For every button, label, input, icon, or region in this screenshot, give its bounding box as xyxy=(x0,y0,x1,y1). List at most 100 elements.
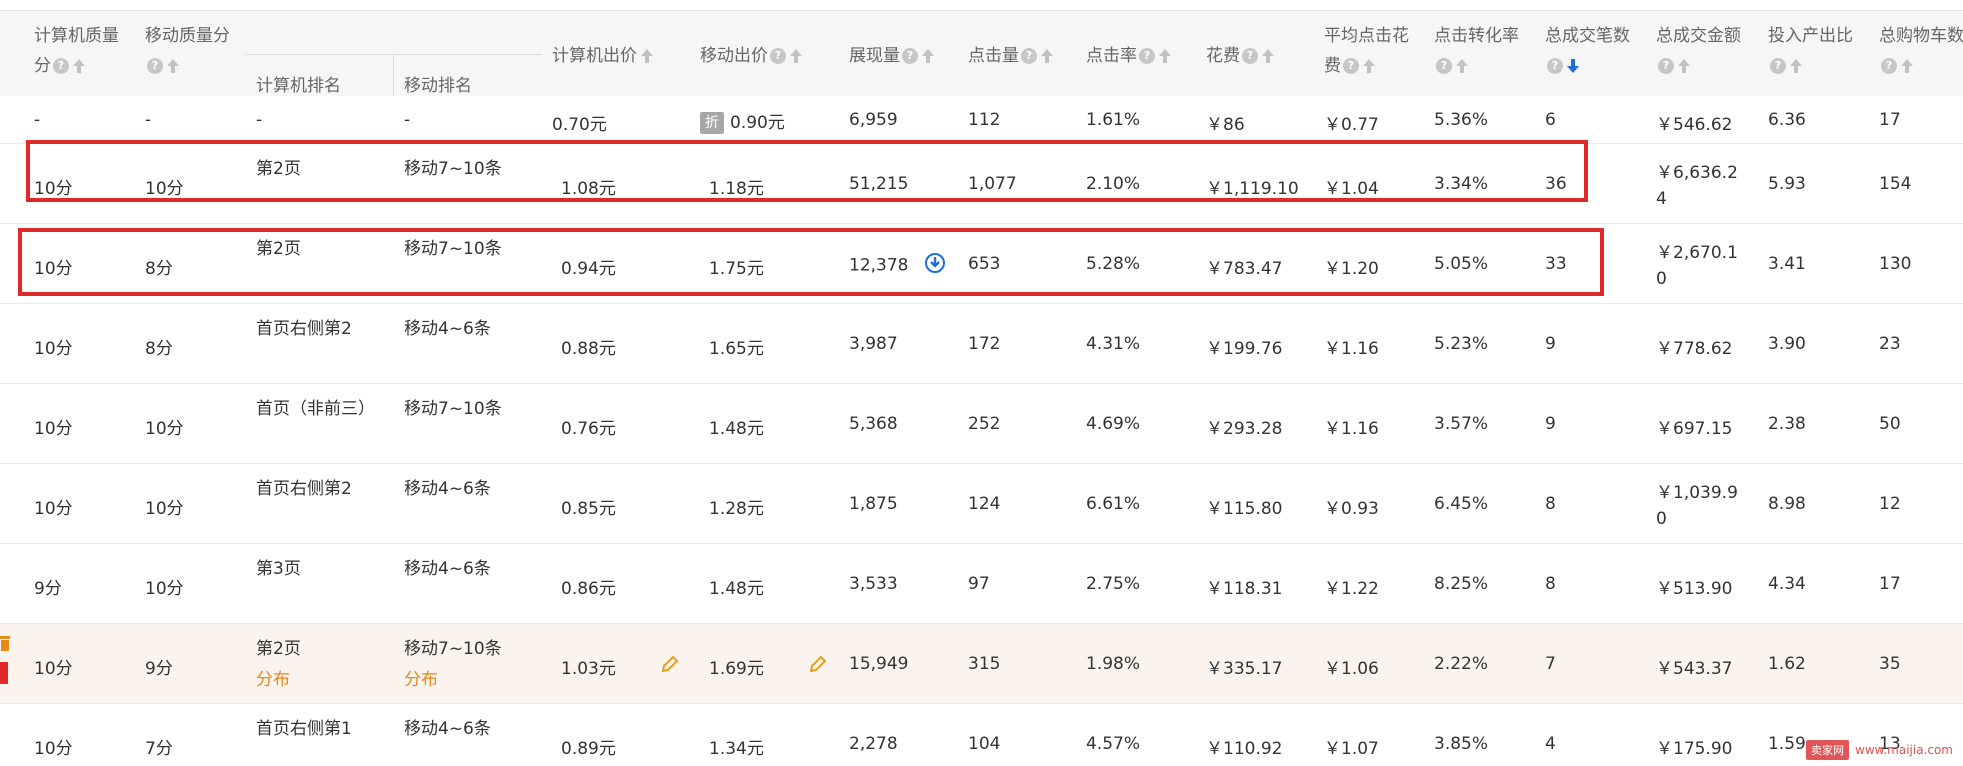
col-orders[interactable]: 总成交笔数 ? xyxy=(1545,21,1630,81)
cell-cart: 154 xyxy=(1879,174,1912,194)
help-icon[interactable]: ? xyxy=(1436,58,1452,74)
distribution-link[interactable]: 分布 xyxy=(404,665,502,696)
cell-mobile-quality: - xyxy=(145,110,152,130)
sort-up-icon[interactable] xyxy=(166,57,180,75)
help-icon[interactable]: ? xyxy=(1139,48,1155,64)
cell-mobile-bid[interactable]: 1.48元 xyxy=(709,574,764,599)
sort-up-icon[interactable] xyxy=(1040,47,1054,65)
cell-pc-bid[interactable]: 0.76元 xyxy=(561,414,616,439)
help-icon[interactable]: ? xyxy=(1242,48,1258,64)
help-icon[interactable]: ? xyxy=(1343,58,1359,74)
sort-down-active-icon[interactable] xyxy=(1566,57,1580,75)
cell-pc-bid[interactable]: 0.89元 xyxy=(561,734,616,759)
sort-up-icon[interactable] xyxy=(1677,57,1691,75)
sort-up-icon[interactable] xyxy=(1455,57,1469,75)
keyword-report-table: 计算机质量 分? 移动质量分 ? 计算机排名 移动排名 计算机出价 移动出价? … xyxy=(0,0,1963,766)
col-impressions[interactable]: 展现量? xyxy=(849,42,935,70)
cell-avg-cpc: ￥1.22 xyxy=(1324,579,1379,599)
distribution-link[interactable]: 分布 xyxy=(256,665,301,696)
cell-mobile-bid[interactable]: 1.65元 xyxy=(709,334,764,359)
table-row[interactable]: 10分 10分 首页右侧第2 移动4~6条 0.85元 1.28元 1,875 … xyxy=(0,464,1963,544)
cell-pc-bid[interactable]: 1.03元 xyxy=(561,654,616,679)
cell-cost: ￥86 xyxy=(1206,115,1245,135)
cell-cvr: 2.22% xyxy=(1434,654,1489,674)
cell-pc-rank: 第3页 xyxy=(256,559,301,579)
cell-clicks: 252 xyxy=(968,414,1001,434)
col-pc-quality[interactable]: 计算机质量 分? xyxy=(34,21,119,81)
help-icon[interactable]: ? xyxy=(1770,58,1786,74)
help-icon[interactable]: ? xyxy=(1881,58,1897,74)
cell-gmv: ￥697.15 xyxy=(1656,419,1733,439)
col-roi[interactable]: 投入产出比 ? xyxy=(1768,21,1853,81)
flag-icon[interactable] xyxy=(0,662,8,689)
col-cvr[interactable]: 点击转化率 ? xyxy=(1434,21,1519,81)
cell-ctr: 4.57% xyxy=(1086,734,1141,754)
table-row[interactable]: 10分 8分 首页右侧第2 移动4~6条 0.88元 1.65元 3,987 1… xyxy=(0,304,1963,384)
col-cost[interactable]: 花费? xyxy=(1206,42,1275,70)
col-cart[interactable]: 总购物车数 ? xyxy=(1879,21,1963,81)
sort-up-icon[interactable] xyxy=(921,47,935,65)
cell-orders: 7 xyxy=(1545,654,1556,674)
rank-group-divider xyxy=(246,54,542,55)
cell-pc-quality: 10分 xyxy=(34,659,73,679)
cell-cvr: 5.36% xyxy=(1434,110,1489,130)
sort-up-icon[interactable] xyxy=(1158,47,1172,65)
cell-gmv: ￥1,039.9 0 xyxy=(1656,480,1738,532)
cell-roi: 3.90 xyxy=(1768,334,1806,354)
table-row[interactable]: 10分 7分 首页右侧第1 移动4~6条 0.89元 1.34元 2,278 1… xyxy=(0,704,1963,766)
cell-pc-bid[interactable]: 0.86元 xyxy=(561,574,616,599)
sort-up-icon[interactable] xyxy=(789,47,803,65)
help-icon[interactable]: ? xyxy=(1021,48,1037,64)
cell-mobile-bid[interactable]: 1.28元 xyxy=(709,494,764,519)
delete-icon[interactable] xyxy=(0,634,10,657)
help-icon[interactable]: ? xyxy=(770,48,786,64)
sort-up-icon[interactable] xyxy=(1261,47,1275,65)
cell-roi: 5.93 xyxy=(1768,174,1806,194)
col-mobile-quality[interactable]: 移动质量分 ? xyxy=(145,21,230,81)
cell-pc-bid[interactable]: 0.88元 xyxy=(561,334,616,359)
sort-up-icon[interactable] xyxy=(1362,57,1376,75)
help-icon[interactable]: ? xyxy=(147,58,163,74)
col-cvr-label: 点击转化率 xyxy=(1434,26,1519,46)
table-row[interactable]: 10分 10分 首页（非前三） 移动7~10条 0.76元 1.48元 5,36… xyxy=(0,384,1963,464)
discount-badge[interactable]: 折 xyxy=(700,112,724,134)
cell-clicks: 104 xyxy=(968,734,1001,754)
sort-up-icon[interactable] xyxy=(72,57,86,75)
help-icon[interactable]: ? xyxy=(902,48,918,64)
cell-impressions: 2,278 xyxy=(849,734,898,754)
col-avg-cpc[interactable]: 平均点击花 费? xyxy=(1324,21,1409,81)
col-pc-quality-label-2: 分 xyxy=(34,56,51,76)
cell-mobile-bid[interactable]: 1.34元 xyxy=(709,734,764,759)
help-icon[interactable]: ? xyxy=(1658,58,1674,74)
col-mobile-bid[interactable]: 移动出价? xyxy=(700,42,803,70)
col-cart-label: 总购物车数 xyxy=(1879,26,1963,46)
cell-mobile-bid[interactable]: 1.48元 xyxy=(709,414,764,439)
cell-gmv-line-1: ￥6,636.2 xyxy=(1656,163,1738,183)
cell-cvr: 3.57% xyxy=(1434,414,1489,434)
cell-mobile-bid[interactable]: 1.69元 xyxy=(709,654,764,679)
cell-pc-bid[interactable]: 0.85元 xyxy=(561,494,616,519)
help-icon[interactable]: ? xyxy=(53,58,69,74)
table-row-hovered[interactable]: 10分 9分 第2页 分布 移动7~10条 分布 1.03元 1.69元 15,94… xyxy=(0,624,1963,704)
col-ctr[interactable]: 点击率? xyxy=(1086,42,1172,70)
col-clicks[interactable]: 点击量? xyxy=(968,42,1054,70)
edit-pencil-icon[interactable] xyxy=(660,654,680,679)
sort-up-icon[interactable] xyxy=(1900,57,1914,75)
cell-mobile-rank: 移动4~6条 xyxy=(404,479,491,499)
cell-gmv: ￥175.90 xyxy=(1656,739,1733,759)
sort-up-icon[interactable] xyxy=(1789,57,1803,75)
cell-cost: ￥293.28 xyxy=(1206,419,1283,439)
col-mobile-rank: 移动排名 xyxy=(404,76,472,96)
sort-up-icon[interactable] xyxy=(640,47,654,65)
help-icon[interactable]: ? xyxy=(1547,58,1563,74)
cell-mobile-rank: - xyxy=(404,110,411,130)
table-row[interactable]: 9分 10分 第3页 移动4~6条 0.86元 1.48元 3,533 97 2… xyxy=(0,544,1963,624)
cell-pc-bid: 0.70元 xyxy=(552,115,607,135)
cell-mobile-rank: 移动4~6条 xyxy=(404,559,491,579)
edit-pencil-icon[interactable] xyxy=(808,654,828,679)
cell-impressions: 6,959 xyxy=(849,110,898,130)
watermark: 卖家网 www.maijia.com xyxy=(1806,740,1953,760)
col-gmv[interactable]: 总成交金额 ? xyxy=(1656,21,1741,81)
cell-pc-quality: 10分 xyxy=(34,739,73,759)
col-pc-bid[interactable]: 计算机出价 xyxy=(552,42,654,70)
